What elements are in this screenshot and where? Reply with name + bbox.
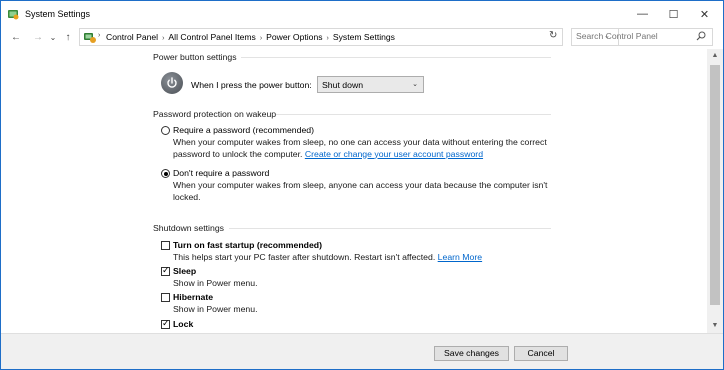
dont-require-password-label[interactable]: Don't require a password [173, 168, 269, 178]
back-button[interactable]: ← [9, 31, 23, 45]
fast-startup-description: This helps start your PC faster after sh… [173, 252, 593, 264]
breadcrumb-item[interactable]: All Control Panel Items [168, 32, 255, 42]
footer-bar: Save changes Cancel [1, 333, 723, 369]
hibernate-description: Show in Power menu. [173, 304, 258, 314]
sleep-checkbox[interactable]: ✓ [161, 265, 170, 276]
dont-require-password-desc-line: When your computer wakes from sleep, any… [173, 180, 548, 190]
control-panel-app-icon [8, 10, 19, 20]
fast-startup-checkbox[interactable] [161, 241, 170, 250]
forward-button[interactable]: → [31, 31, 45, 45]
scrollbar-thumb[interactable] [710, 65, 720, 305]
scroll-down-arrow-icon: ▼ [711, 322, 719, 329]
breadcrumb-item[interactable]: Power Options [266, 32, 322, 42]
power-button-settings-header: Power button settings [153, 52, 237, 62]
password-protection-header: Password protection on wakeup [153, 109, 277, 119]
search-input[interactable] [576, 31, 691, 41]
section-divider [276, 114, 551, 115]
shutdown-settings-header: Shutdown settings [153, 223, 224, 233]
require-password-radio[interactable] [161, 126, 170, 135]
dont-require-password-desc-line: locked. [173, 191, 201, 202]
close-button[interactable]: ✕ [689, 1, 720, 27]
chevron-down-icon: ⌄ [412, 81, 418, 88]
dont-require-password-radio[interactable] [161, 169, 170, 178]
breadcrumb: Control Panel › All Control Panel Items › Po… [106, 32, 395, 42]
control-panel-icon [84, 33, 96, 43]
cancel-button[interactable]: Cancel [514, 346, 568, 361]
fast-startup-desc-text: This helps start your PC faster after sh… [173, 252, 436, 262]
navigation-bar: ← → ⌄ ↑ › Control Panel › All Control Pane… [1, 27, 723, 49]
require-password-desc-line: password to unlock the computer. Create … [173, 149, 593, 161]
checkmark-icon: ✓ [162, 318, 170, 328]
forward-arrow-icon: → [33, 32, 43, 43]
search-box[interactable] [571, 28, 713, 46]
dont-require-password-description: When your computer wakes from sleep, any… [173, 180, 593, 203]
recent-locations-button[interactable]: ⌄ [46, 31, 60, 45]
require-password-desc-line: When your computer wakes from sleep, no … [173, 137, 547, 147]
lock-label[interactable]: Lock [173, 319, 193, 329]
title-bar: System Settings — ☐ ✕ [1, 1, 723, 27]
hibernate-label[interactable]: Hibernate [173, 292, 213, 302]
breadcrumb-item[interactable]: Control Panel [106, 32, 158, 42]
section-divider [229, 228, 551, 229]
scroll-up-arrow-icon: ▲ [711, 52, 719, 59]
address-bar[interactable]: › Control Panel › All Control Panel Items ›… [79, 28, 619, 46]
power-button-action-value: Shut down [322, 80, 364, 90]
learn-more-link[interactable]: Learn More [438, 252, 482, 262]
maximize-icon: ☐ [668, 8, 679, 21]
breadcrumb-separator-icon: › [162, 35, 165, 42]
breadcrumb-item[interactable]: System Settings [333, 32, 395, 42]
refresh-icon: ↻ [549, 30, 558, 41]
sleep-description: Show in Power menu. [173, 278, 258, 288]
power-icon [161, 72, 183, 94]
vertical-scrollbar[interactable]: ▲ ▼ [707, 49, 723, 333]
breadcrumb-root-chevron-icon: › [98, 32, 101, 39]
chevron-down-icon: ⌄ [49, 33, 57, 42]
hibernate-checkbox[interactable] [161, 293, 170, 302]
checkmark-icon: ✓ [162, 265, 170, 275]
sleep-label[interactable]: Sleep [173, 266, 196, 276]
require-password-desc-text: password to unlock the computer. [173, 148, 303, 159]
minimize-icon: — [637, 8, 648, 20]
up-button[interactable]: ↑ [61, 31, 75, 45]
close-icon: ✕ [699, 8, 710, 21]
back-arrow-icon: ← [11, 32, 21, 43]
section-divider [241, 57, 551, 58]
up-arrow-icon: ↑ [65, 32, 71, 43]
power-button-action-dropdown[interactable]: Shut down ⌄ [317, 76, 424, 93]
save-changes-button[interactable]: Save changes [434, 346, 509, 361]
require-password-label[interactable]: Require a password (recommended) [173, 125, 314, 135]
window-title: System Settings [25, 9, 91, 19]
power-button-label: When I press the power button: [191, 80, 312, 90]
power-symbol-icon [167, 77, 177, 88]
scroll-down-button[interactable]: ▼ [707, 319, 723, 332]
fast-startup-label[interactable]: Turn on fast startup (recommended) [173, 240, 322, 250]
system-settings-window: System Settings — ☐ ✕ ← → ⌄ ↑ › Control … [0, 0, 724, 370]
change-password-link[interactable]: Create or change your user account passw… [305, 149, 483, 159]
lock-checkbox[interactable]: ✓ [161, 318, 170, 329]
require-password-description: When your computer wakes from sleep, no … [173, 137, 593, 160]
search-icon[interactable] [696, 31, 706, 41]
maximize-button[interactable]: ☐ [658, 1, 689, 27]
minimize-button[interactable]: — [627, 1, 658, 27]
breadcrumb-separator-icon: › [326, 35, 329, 42]
scroll-up-button[interactable]: ▲ [707, 49, 723, 62]
breadcrumb-separator-icon: › [259, 35, 263, 42]
settings-content: Power button settings When I press the p… [1, 49, 707, 333]
refresh-button[interactable]: ↻ [549, 30, 557, 41]
